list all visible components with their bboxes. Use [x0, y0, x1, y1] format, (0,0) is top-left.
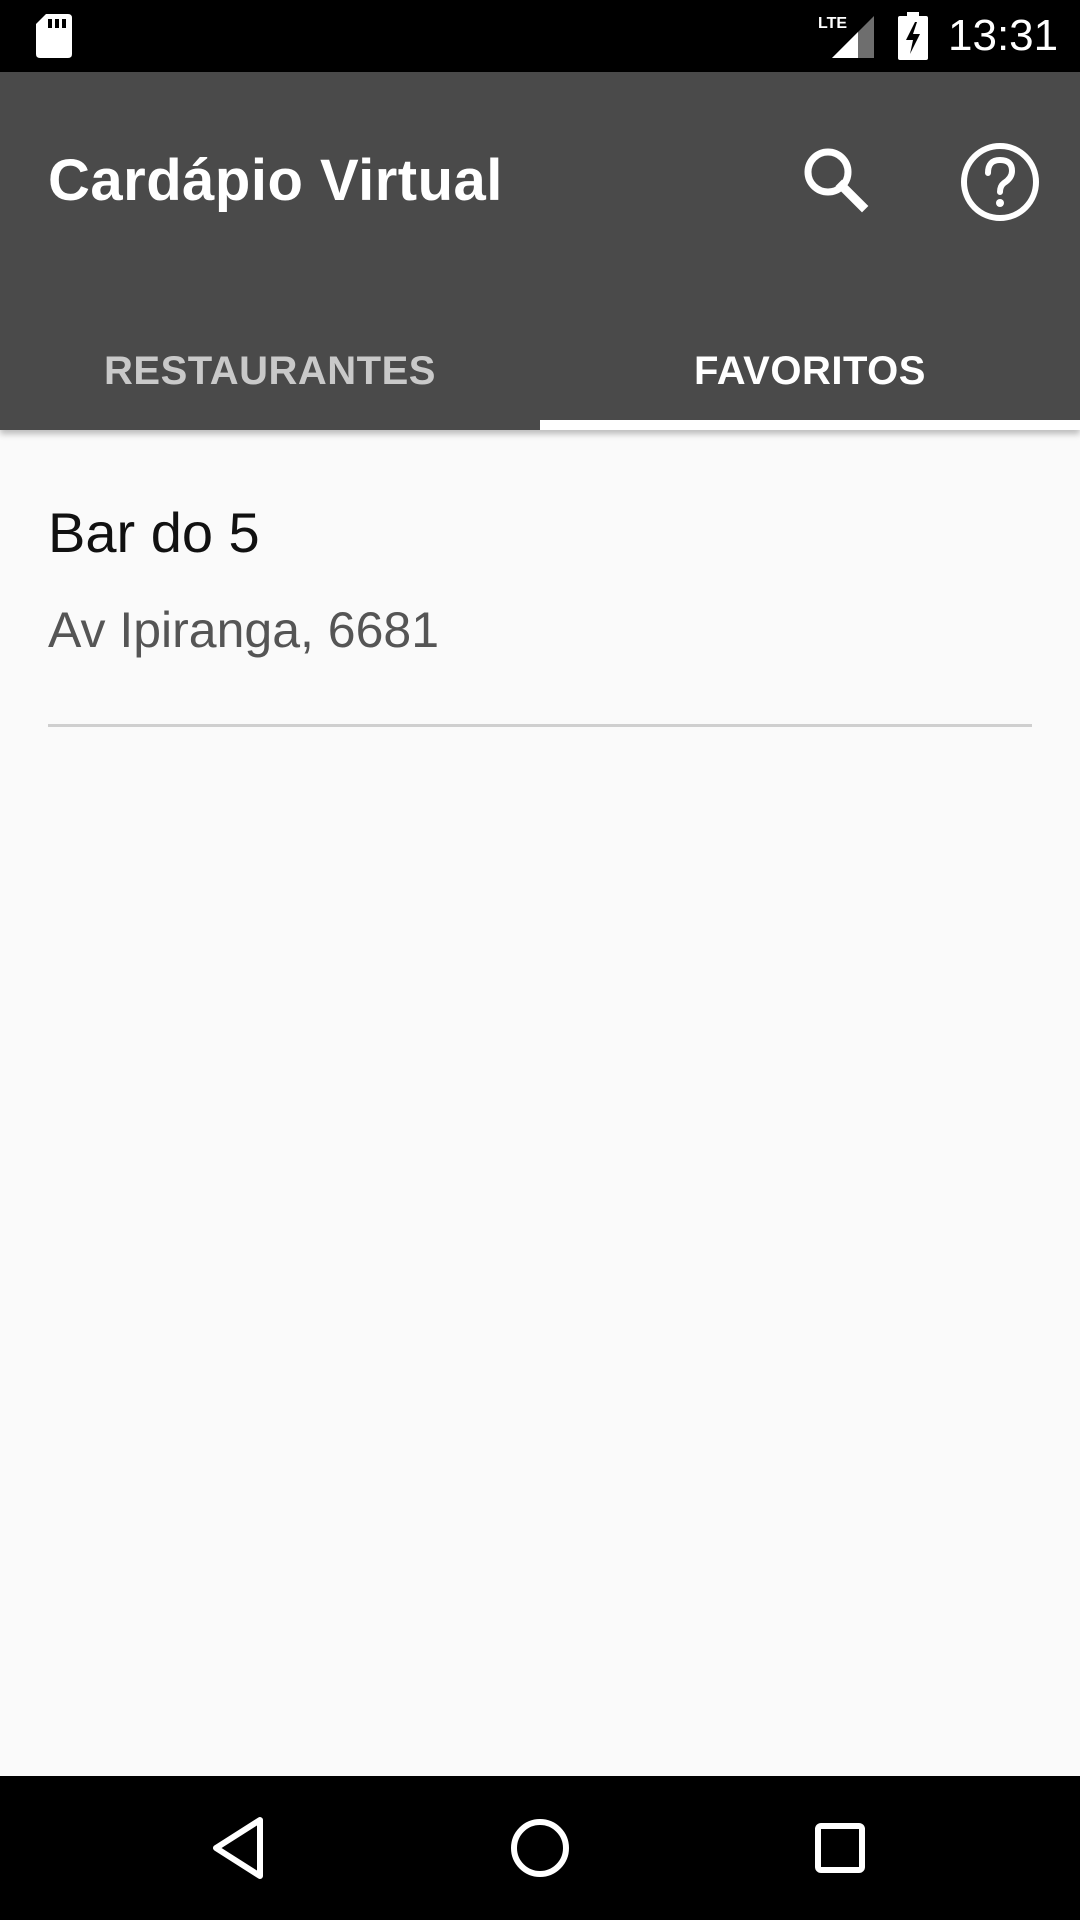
restaurant-address: Av Ipiranga, 6681 — [48, 602, 440, 658]
tab-favoritos[interactable]: FAVORITOS — [540, 320, 1080, 430]
favorites-list: Bar do 5 Av Ipiranga, 6681 — [0, 430, 1080, 1776]
status-time: 13:31 — [948, 11, 1059, 60]
svg-text:LTE: LTE — [818, 15, 847, 32]
screen: LTE 13:31 Cardápio Virtual RESTAURANTES … — [0, 0, 1080, 1920]
app-title: Cardápio Virtual — [48, 148, 503, 213]
battery-charging-icon — [898, 12, 928, 60]
list-divider — [48, 724, 1032, 727]
sd-card-icon — [36, 14, 72, 58]
status-bar: LTE 13:31 — [0, 0, 1080, 72]
search-icon[interactable] — [796, 140, 876, 220]
app-bar: Cardápio Virtual RESTAURANTES FAVORITOS — [0, 72, 1080, 430]
selected-tab-indicator — [540, 420, 1080, 430]
tab-bar: RESTAURANTES FAVORITOS — [0, 320, 1080, 430]
recents-icon[interactable] — [790, 1798, 890, 1898]
home-icon[interactable] — [490, 1798, 590, 1898]
help-icon[interactable] — [958, 140, 1042, 224]
lte-signal-icon: LTE — [818, 15, 874, 58]
restaurant-name: Bar do 5 — [48, 501, 260, 564]
tab-restaurantes[interactable]: RESTAURANTES — [0, 320, 540, 430]
navigation-bar — [0, 1776, 1080, 1920]
back-icon[interactable] — [190, 1798, 290, 1898]
list-item[interactable]: Bar do 5 Av Ipiranga, 6681 — [48, 430, 1032, 726]
